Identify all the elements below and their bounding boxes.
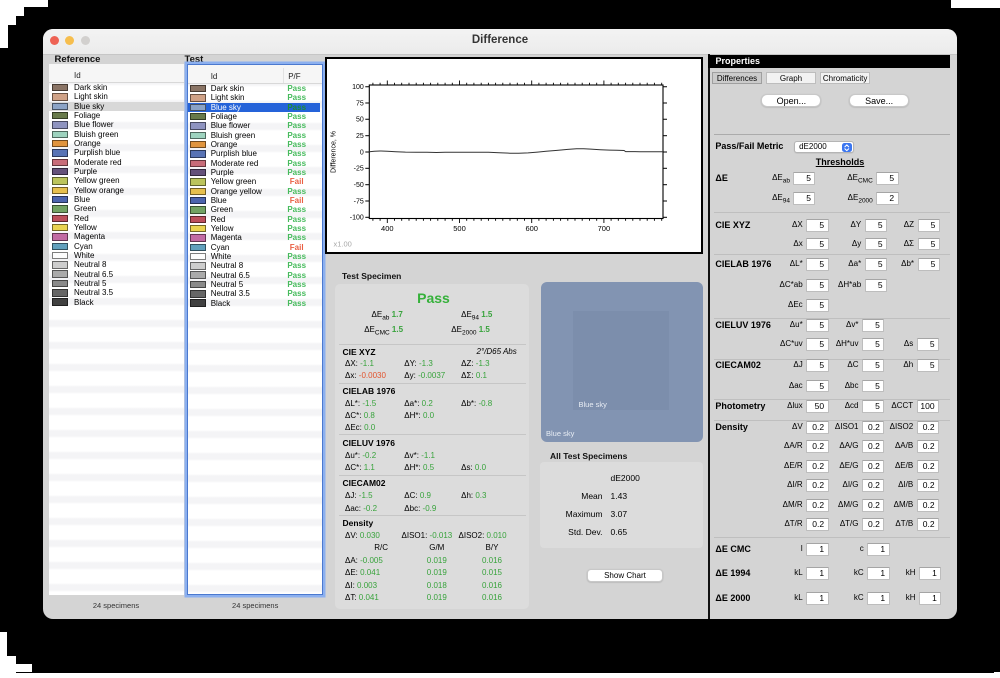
svg-text:500: 500 [453, 224, 466, 233]
svg-text:-25: -25 [354, 166, 364, 173]
svg-text:100: 100 [352, 84, 364, 91]
svg-text:-75: -75 [354, 198, 364, 205]
svg-text:75: 75 [356, 100, 364, 107]
svg-text:600: 600 [526, 224, 539, 233]
svg-text:700: 700 [598, 224, 611, 233]
svg-text:x1.00: x1.00 [334, 240, 352, 249]
svg-text:Difference, %: Difference, % [331, 131, 338, 173]
svg-text:25: 25 [356, 133, 364, 140]
svg-text:-100: -100 [350, 215, 364, 222]
svg-text:0: 0 [360, 149, 364, 156]
svg-text:400: 400 [381, 224, 394, 233]
svg-text:50: 50 [356, 117, 364, 124]
svg-text:-50: -50 [354, 182, 364, 189]
